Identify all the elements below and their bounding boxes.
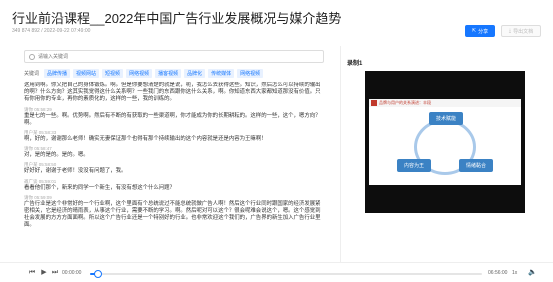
next-icon[interactable]: ⏭ — [51, 269, 59, 277]
search-icon — [29, 53, 35, 60]
download-icon: ⤓ — [508, 28, 512, 34]
recording-panel: 录制1 品牌与用户的关系演进：丰段 技术赋能 内容为王 情绪黏合 — [340, 46, 550, 262]
transcript-text: 啊，好的，谢谢那么老师！确实无妻保证那个也得有那个持续输出的这个内容就是还是内容… — [24, 136, 267, 143]
transcript-list[interactable]: 这用到啊。你又把自己的身体锻炼。啊。但是你要想清楚的就是说，呃，我怎么去获得这些… — [24, 82, 324, 260]
speaker-label: 用户某 05:58:33 — [24, 130, 57, 136]
page-meta: 349 874 892 / 2022-09-22 07:49:00 — [12, 28, 91, 34]
volume-icon[interactable]: 🔈 — [528, 269, 537, 277]
keyword-tag[interactable]: 短视频 — [102, 68, 124, 78]
previous-icon[interactable]: ⏮ — [28, 269, 36, 277]
current-time: 00:00:00 — [62, 270, 82, 276]
transcript-text: 好好好，谢谢于老师！没没有问题了，我。 — [24, 168, 127, 175]
video-player[interactable]: 品牌与用户的关系演进：丰段 技术赋能 内容为王 情绪黏合 — [365, 71, 525, 213]
keyword-tag[interactable]: 品牌传播 — [44, 68, 71, 78]
transcript-text: 对，是的是的。是的。嗯。 — [24, 152, 89, 159]
transcript-entry: ● 请你 05:59:09 广告行业是这个非常好的一个行业啊，这个里面有个总统说… — [24, 194, 324, 230]
progress-handle[interactable] — [93, 270, 102, 278]
speaker-label: 请你 05:59:09 — [24, 194, 52, 200]
keyword-tag[interactable]: 品牌化 — [184, 68, 206, 78]
diagram-node-right: 情绪黏合 — [459, 159, 493, 172]
page-title: 行业前沿课程__2022年中国广告行业发展概况与媒介趋势 — [12, 11, 342, 26]
share-button[interactable]: ⇱ 分享 — [465, 25, 495, 37]
page-header: 行业前沿课程__2022年中国广告行业发展概况与媒介趋势 349 874 892… — [0, 0, 553, 44]
share-icon: ⇱ — [471, 28, 477, 34]
play-icon[interactable]: ▶ — [40, 269, 48, 277]
export-button[interactable]: ⤓ 导出文档 — [501, 25, 541, 37]
keyword-tag[interactable]: 网络视频 — [126, 68, 153, 78]
total-time: 06:56:00 — [488, 270, 508, 276]
recording-title: 录制1 — [347, 61, 363, 67]
keyword-tag[interactable]: 视频网站 — [73, 68, 100, 78]
transcript-entry: 这用到啊。你又把自己的身体锻炼。啊。但是你要想清楚的就是说，呃，我怎么去获得这些… — [24, 82, 324, 104]
transcript-entry: ● 请你 05:58:29 重是七的一些。啊。优势啊。然后有不断的有获取的一些渠… — [24, 106, 324, 127]
keyword-tag[interactable]: 播客视频 — [155, 68, 182, 78]
search-box[interactable] — [24, 50, 324, 63]
export-label: 导出文档 — [513, 28, 534, 35]
speaker-label: 请你 05:58:29 — [24, 106, 52, 112]
player-controls: ⏮ ▶ ⏭ 00:00:00 06:56:00 1x 🔈 — [0, 262, 553, 282]
speed-label[interactable]: 1x — [512, 270, 517, 276]
keyword-tag[interactable]: 传统媒体 — [208, 68, 235, 78]
slide-frame: 品牌与用户的关系演进：丰段 技术赋能 内容为王 情绪黏合 — [369, 99, 521, 185]
keyword-row: 关键词 品牌传播 视频网站 短视频 网络视频 播客视频 品牌化 传统媒体 网络视… — [24, 68, 264, 78]
slide-heading: 品牌与用户的关系演进：丰段 — [379, 100, 431, 105]
keyword-label: 关键词 — [24, 70, 40, 77]
transcript-text: 这用到啊。你又把自己的身体锻炼。啊。但是你要想清楚的就是说，呃，我怎么去获得这些… — [24, 82, 321, 103]
transcript-entry: ● 请你 05:58:47 对，是的是的。是的。嗯。 — [24, 145, 324, 159]
transcript-entry: 用户某 05:58:50 好好好，谢谢于老师！没没有问题了，我。 — [24, 161, 324, 175]
transcript-text: 看看他们那个，新来的同学一个新生，有没有想这个什么问题？ — [24, 184, 175, 191]
diagram-node-left: 内容为王 — [397, 159, 431, 172]
progress-track[interactable] — [90, 270, 482, 278]
transcript-entry: 邀广谈 05:59:01 看看他们那个，新来的同学一个新生，有没有想这个什么问题… — [24, 178, 324, 192]
speaker-label: 邀广谈 05:59:01 — [24, 178, 57, 184]
transcript-text: 广告行业是这个非常好的一个行业啊，这个里面有个总统说过不能总统就做广告人啊！然后… — [24, 200, 321, 229]
transcript-entry: 用户某 05:58:33 啊，好的，谢谢那么老师！确实无妻保证那个也得有那个持续… — [24, 129, 324, 143]
keyword-tag[interactable]: 网络视频 — [237, 68, 264, 78]
diagram-node-top: 技术赋能 — [429, 112, 463, 125]
slide-marker — [371, 100, 377, 106]
transcript-text: 重是七的一些。啊。优势啊。然后有不断的有获取的一些渠道啊，你才能成为你的长期耕耘… — [24, 112, 321, 126]
search-input[interactable] — [38, 52, 298, 61]
transcript-panel: 关键词 品牌传播 视频网站 短视频 网络视频 播客视频 品牌化 传统媒体 网络视… — [4, 46, 332, 262]
share-label: 分享 — [478, 28, 489, 35]
